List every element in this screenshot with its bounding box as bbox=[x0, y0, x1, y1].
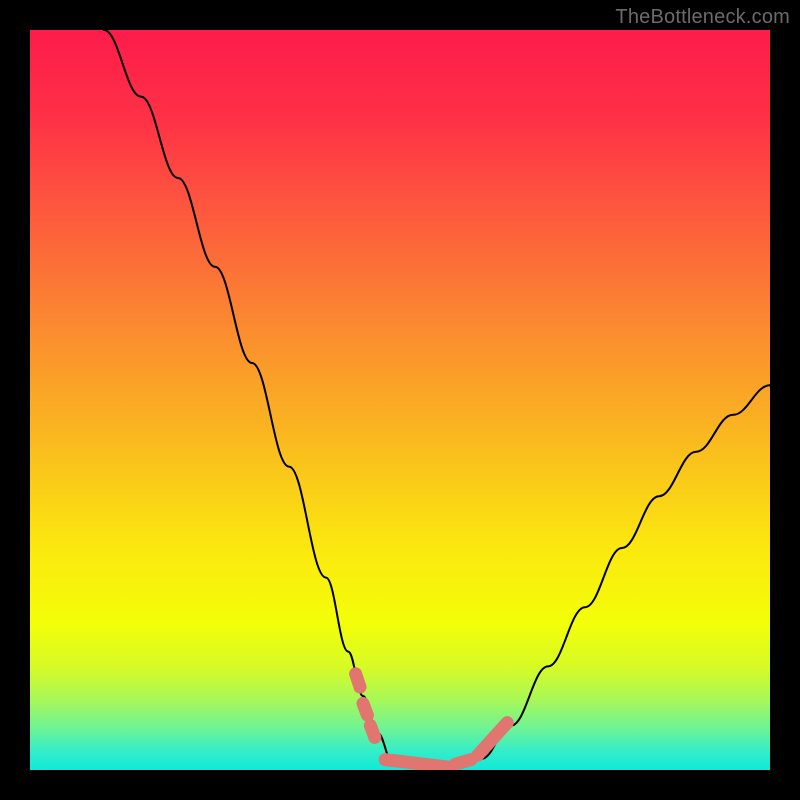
watermark-text: TheBottleneck.com bbox=[615, 6, 790, 29]
marker-pill-2 bbox=[370, 726, 374, 738]
gradient-background bbox=[30, 30, 770, 770]
marker-pill-4 bbox=[456, 760, 472, 764]
marker-pill-3 bbox=[385, 760, 448, 767]
chart-stage: TheBottleneck.com bbox=[0, 0, 800, 800]
marker-pill-0 bbox=[356, 674, 360, 687]
marker-pill-1 bbox=[363, 703, 367, 715]
bottleneck-chart bbox=[0, 0, 800, 800]
